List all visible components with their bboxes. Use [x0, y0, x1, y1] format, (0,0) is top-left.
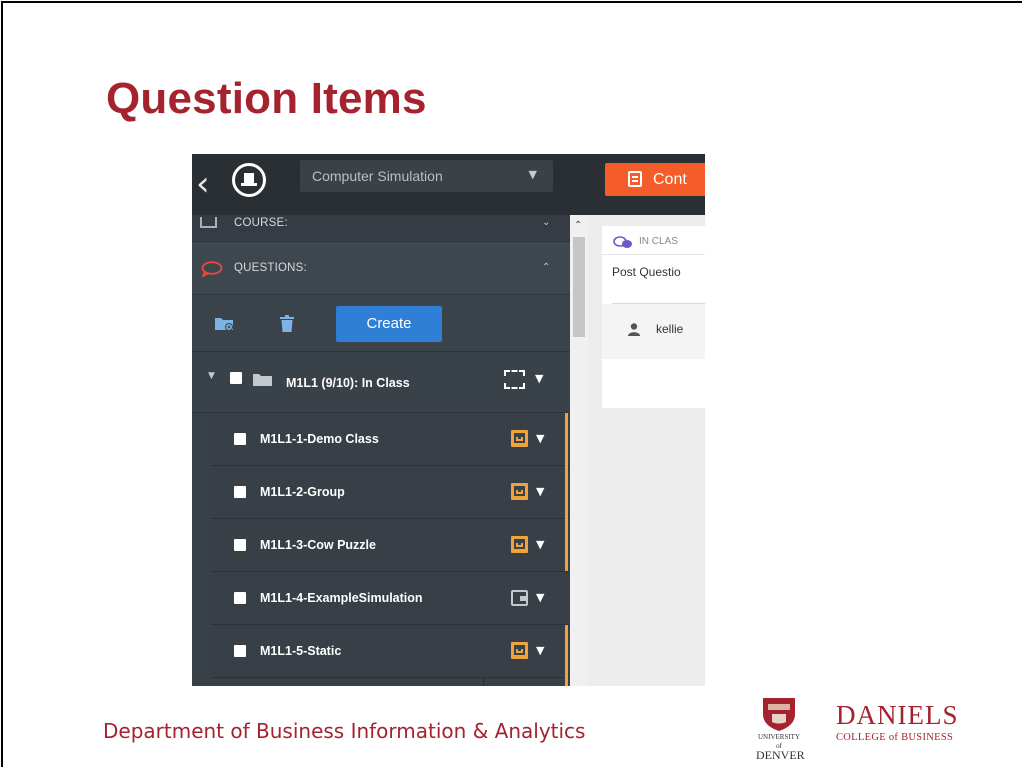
- question-toolbar: Create: [192, 295, 570, 351]
- university-shield-icon: [763, 698, 795, 731]
- scrollbar[interactable]: ⌃: [570, 215, 588, 686]
- folder-row[interactable]: ▼ M1L1 (9/10): In Class ▼: [192, 351, 570, 413]
- caret-down-icon[interactable]: ▼: [535, 372, 543, 385]
- slide-icon: [511, 483, 528, 500]
- tophat-logo-icon[interactable]: [232, 163, 266, 197]
- item-label: M1L1-3-Cow Puzzle: [260, 538, 376, 552]
- discussion-icon: [613, 236, 632, 248]
- brand-name: DANIELS: [836, 700, 959, 730]
- item-checkbox[interactable]: [234, 592, 246, 604]
- user-name: kellie: [656, 322, 684, 336]
- list-item[interactable]: M1L1-2-Group ▼: [211, 466, 570, 519]
- post-header: IN CLAS: [602, 226, 705, 255]
- slide-title: Question Items: [106, 74, 427, 123]
- select-mode-icon[interactable]: [504, 370, 525, 389]
- course-select[interactable]: Computer Simulation ▼: [300, 160, 553, 192]
- app-screenshot: ‹ Computer Simulation ▼ Cont COURSE: ⌄ Q…: [192, 154, 705, 686]
- section-course-label: COURSE:: [234, 217, 288, 229]
- item-checkbox[interactable]: [234, 539, 246, 551]
- item-label: M1L1-4-ExampleSimulation: [260, 591, 423, 605]
- slide-icon: [511, 536, 528, 553]
- slide-icon: [511, 642, 528, 659]
- back-chevron-icon[interactable]: ‹: [196, 164, 210, 204]
- post-user-row: kellie: [602, 304, 705, 359]
- right-pane: IN CLAS Post Questio kellie: [588, 215, 705, 686]
- sidebar: COURSE: ⌄ QUESTIONS: ⌃ Create ▼ M1L1 (9/…: [192, 215, 570, 686]
- wallet-icon: [511, 590, 528, 606]
- caret-down-icon[interactable]: ▼: [536, 644, 544, 657]
- caret-down-icon[interactable]: ▼: [536, 485, 544, 498]
- item-label: M1L1-2-Group: [260, 485, 345, 499]
- item-checkbox[interactable]: [234, 433, 246, 445]
- trash-icon[interactable]: [280, 315, 294, 332]
- course-icon: [200, 217, 217, 228]
- item-checkbox[interactable]: [234, 486, 246, 498]
- daniels-logo: UNIVERSITY of DENVER DANIELS COLLEGE of …: [756, 696, 980, 761]
- new-folder-icon[interactable]: [214, 316, 235, 332]
- post-header-label: IN CLAS: [639, 236, 678, 247]
- content-button[interactable]: Cont: [605, 163, 705, 196]
- caret-down-icon[interactable]: ▼: [208, 371, 215, 381]
- list-item[interactable]: M1L1-4-ExampleSimulation ▼: [211, 572, 570, 625]
- caret-down-icon[interactable]: ▼: [536, 432, 544, 445]
- status-bar: [565, 413, 568, 571]
- section-questions-label: QUESTIONS:: [234, 262, 307, 274]
- item-checkbox[interactable]: [234, 645, 246, 657]
- list-item[interactable]: M1L1-3-Cow Puzzle ▼: [211, 519, 570, 572]
- folder-label: M1L1 (9/10): In Class: [286, 376, 410, 390]
- brand-subtitle: COLLEGE of BUSINESS: [836, 732, 954, 743]
- document-icon: [628, 171, 642, 187]
- list-item[interactable]: M1L1-5-Static ▼: [211, 625, 570, 678]
- chevron-down-icon: ⌄: [542, 217, 551, 228]
- status-bar: [565, 625, 568, 686]
- section-questions[interactable]: QUESTIONS: ⌃: [192, 244, 570, 295]
- university-line2: DENVER: [756, 748, 805, 762]
- scroll-thumb[interactable]: [573, 237, 585, 337]
- post-card[interactable]: IN CLAS Post Questio kellie: [602, 226, 705, 408]
- scroll-up-icon[interactable]: ⌃: [574, 220, 582, 231]
- course-select-value: Computer Simulation: [312, 168, 443, 184]
- university-wordmark: UNIVERSITY of DENVER: [756, 733, 805, 762]
- slide-icon: [511, 430, 528, 447]
- post-title: Post Questio: [612, 265, 681, 279]
- item-label: M1L1-5-Static: [260, 644, 342, 658]
- caret-down-icon[interactable]: ▼: [536, 538, 544, 551]
- caret-down-icon[interactable]: ▼: [536, 591, 544, 604]
- content-button-label: Cont: [653, 171, 687, 188]
- item-label: M1L1-1-Demo Class: [260, 432, 379, 446]
- create-button[interactable]: Create: [336, 306, 442, 342]
- chevron-up-icon: ⌃: [542, 262, 551, 273]
- speech-bubble-icon: [201, 261, 223, 277]
- folder-checkbox[interactable]: [230, 372, 242, 384]
- user-icon: [628, 323, 640, 336]
- folder-icon: [253, 374, 272, 386]
- section-course[interactable]: COURSE: ⌄: [192, 215, 570, 244]
- caret-down-icon: ▼: [528, 168, 537, 181]
- top-bar: ‹ Computer Simulation ▼ Cont: [192, 154, 705, 215]
- footer-department: Department of Business Information & Ana…: [103, 719, 586, 743]
- question-tree: ▼ M1L1 (9/10): In Class ▼ M1L1-1-Demo Cl…: [192, 351, 570, 686]
- list-item[interactable]: M1L1-1-Demo Class ▼: [211, 413, 570, 466]
